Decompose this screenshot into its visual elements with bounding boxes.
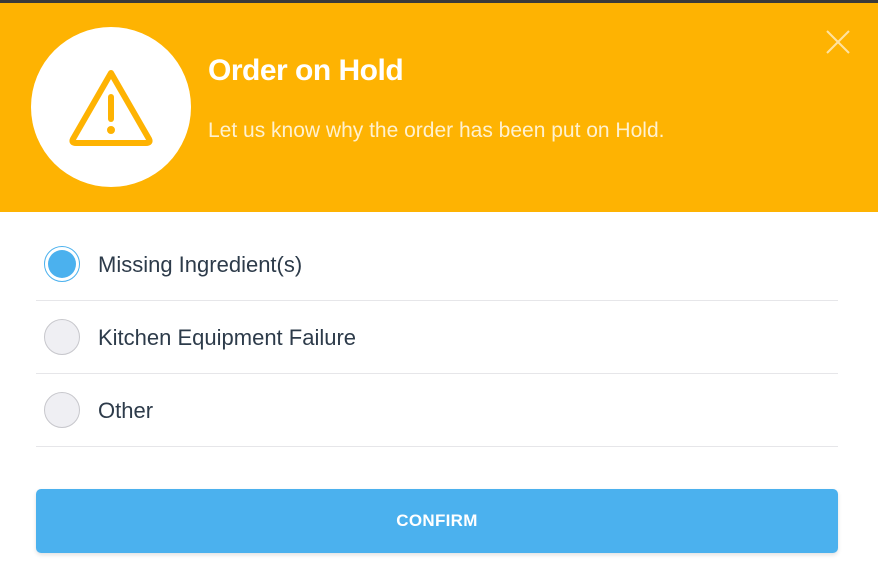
close-button[interactable]	[822, 26, 854, 58]
top-edge-strip	[0, 0, 878, 3]
option-label: Missing Ingredient(s)	[98, 252, 303, 277]
dialog-subtitle: Let us know why the order has been put o…	[208, 119, 665, 142]
radio-button[interactable]	[44, 392, 80, 428]
close-icon	[826, 30, 850, 54]
option-other[interactable]: Other	[36, 374, 838, 447]
dialog-header: Order on Hold Let us know why the order …	[0, 0, 878, 212]
option-label: Kitchen Equipment Failure	[98, 325, 357, 350]
dialog-title: Order on Hold	[208, 54, 404, 87]
radio-button-selected[interactable]	[44, 246, 80, 282]
confirm-button[interactable]: CONFIRM	[36, 489, 838, 553]
radio-button[interactable]	[44, 319, 80, 355]
option-label: Other	[98, 398, 154, 423]
option-missing-ingredients[interactable]: Missing Ingredient(s)	[36, 228, 838, 301]
warning-icon-badge	[31, 27, 191, 187]
option-kitchen-equipment-failure[interactable]: Kitchen Equipment Failure	[36, 301, 838, 374]
order-on-hold-dialog: Order on Hold Let us know why the order …	[0, 0, 878, 587]
warning-triangle-icon	[69, 70, 153, 146]
hold-reason-options: Missing Ingredient(s) Kitchen Equipment …	[36, 228, 838, 447]
